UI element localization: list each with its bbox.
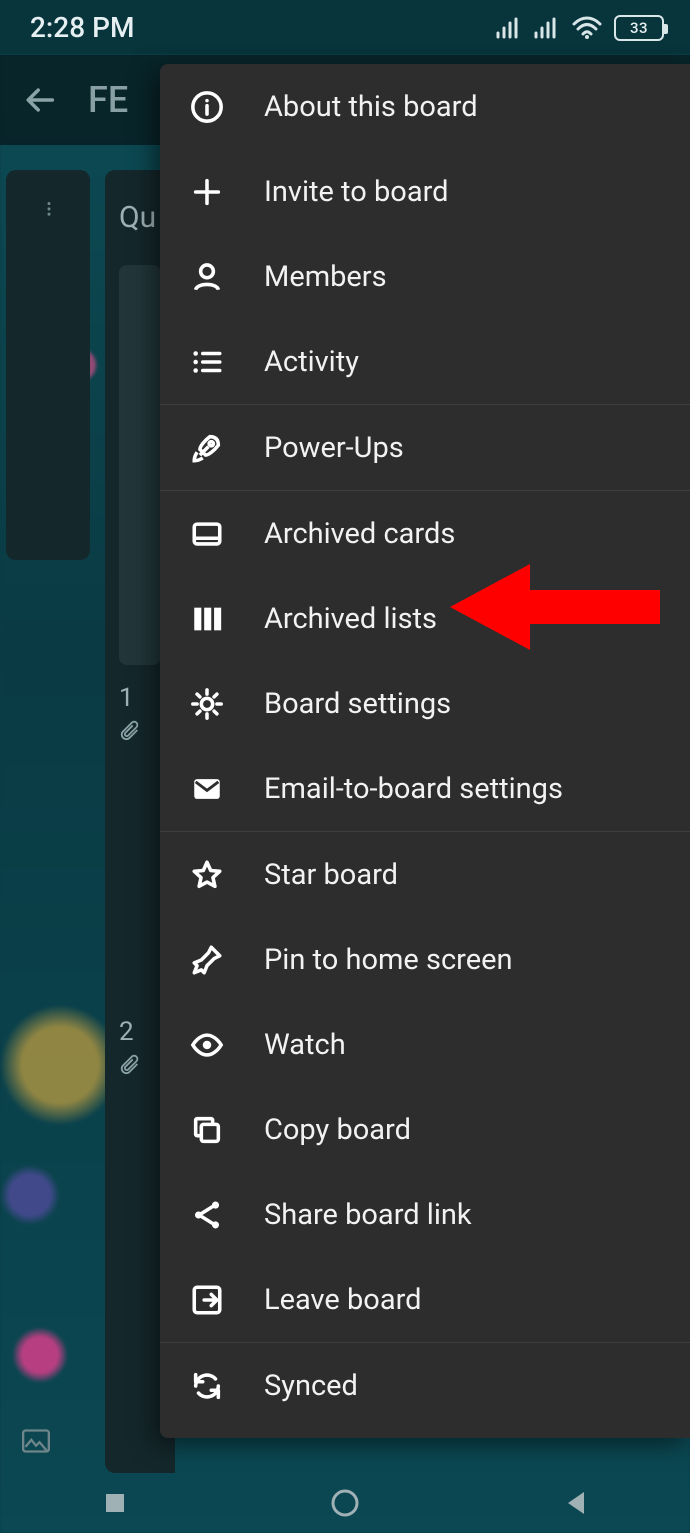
menu-item-label: Share board link bbox=[264, 1198, 472, 1232]
menu-item-label: Copy board bbox=[264, 1113, 411, 1147]
status-time: 2:28 PM bbox=[30, 11, 134, 44]
nav-back-icon[interactable] bbox=[555, 1483, 595, 1523]
list-icon bbox=[188, 343, 226, 381]
menu-item-members[interactable]: Members bbox=[160, 234, 690, 319]
menu-item-label: Pin to home screen bbox=[264, 943, 512, 977]
attachment-icon bbox=[119, 719, 141, 741]
menu-item-star[interactable]: Star board bbox=[160, 832, 690, 917]
signal-icon bbox=[496, 17, 522, 39]
menu-item-label: Board settings bbox=[264, 687, 451, 721]
menu-item-label: About this board bbox=[264, 90, 478, 124]
menu-item-powerups[interactable]: Power-Ups bbox=[160, 405, 690, 490]
menu-item-label: Watch bbox=[264, 1028, 346, 1062]
menu-item-archived-cards[interactable]: Archived cards bbox=[160, 491, 690, 576]
list-strip: ··· bbox=[6, 170, 96, 1473]
menu-item-pin[interactable]: Pin to home screen bbox=[160, 917, 690, 1002]
menu-item-invite[interactable]: Invite to board bbox=[160, 149, 690, 234]
menu-item-board-settings[interactable]: Board settings bbox=[160, 661, 690, 746]
sync-icon bbox=[188, 1367, 226, 1405]
signal-icon bbox=[534, 17, 560, 39]
nav-home-icon[interactable] bbox=[325, 1483, 365, 1523]
menu-item-share[interactable]: Share board link bbox=[160, 1172, 690, 1257]
menu-item-email-settings[interactable]: Email-to-board settings bbox=[160, 746, 690, 831]
list-card-mini[interactable]: ··· bbox=[6, 170, 90, 560]
battery-icon: 33 bbox=[614, 15, 664, 41]
more-icon[interactable]: ··· bbox=[44, 200, 52, 216]
menu-item-label: Leave board bbox=[264, 1283, 422, 1317]
leave-icon bbox=[188, 1281, 226, 1319]
menu-item-label: Power-Ups bbox=[264, 431, 404, 465]
menu-item-label: Members bbox=[264, 260, 387, 294]
wifi-icon bbox=[572, 16, 602, 40]
system-navbar bbox=[0, 1473, 690, 1533]
nav-recent-icon[interactable] bbox=[95, 1483, 135, 1523]
card-badge: 2 bbox=[119, 1017, 161, 1047]
rocket-icon bbox=[188, 429, 226, 467]
back-icon[interactable] bbox=[24, 83, 58, 117]
image-icon bbox=[22, 1429, 50, 1453]
pin-icon bbox=[188, 941, 226, 979]
board-menu: About this board Invite to board Members… bbox=[160, 64, 690, 1438]
list-header-fragment: Qu bbox=[119, 200, 161, 235]
menu-item-label: Star board bbox=[264, 858, 398, 892]
person-icon bbox=[188, 258, 226, 296]
menu-item-label: Invite to board bbox=[264, 175, 449, 209]
columns-icon bbox=[188, 600, 226, 638]
menu-item-activity[interactable]: Activity bbox=[160, 319, 690, 404]
menu-item-synced[interactable]: Synced bbox=[160, 1343, 690, 1428]
card-icon bbox=[188, 515, 226, 553]
menu-item-copy[interactable]: Copy board bbox=[160, 1087, 690, 1172]
status-right: 33 bbox=[496, 15, 664, 41]
plus-icon bbox=[188, 173, 226, 211]
star-icon bbox=[188, 856, 226, 894]
info-icon bbox=[188, 88, 226, 126]
menu-item-leave[interactable]: Leave board bbox=[160, 1257, 690, 1342]
status-bar: 2:28 PM 33 bbox=[0, 0, 690, 55]
attachment-icon bbox=[119, 1053, 141, 1075]
menu-item-label: Archived lists bbox=[264, 602, 437, 636]
card-fragment[interactable] bbox=[119, 265, 161, 665]
share-icon bbox=[188, 1196, 226, 1234]
menu-item-label: Activity bbox=[264, 345, 359, 379]
menu-item-label: Archived cards bbox=[264, 517, 455, 551]
copy-icon bbox=[188, 1111, 226, 1149]
menu-item-archived-lists[interactable]: Archived lists bbox=[160, 576, 690, 661]
menu-item-label: Email-to-board settings bbox=[264, 772, 563, 806]
board-title: FE bbox=[88, 79, 128, 121]
eye-icon bbox=[188, 1026, 226, 1064]
menu-item-watch[interactable]: Watch bbox=[160, 1002, 690, 1087]
menu-item-about[interactable]: About this board bbox=[160, 64, 690, 149]
mail-icon bbox=[188, 770, 226, 808]
battery-level: 33 bbox=[630, 19, 648, 37]
card-badge: 1 bbox=[119, 683, 161, 713]
menu-item-label: Synced bbox=[264, 1369, 358, 1403]
gear-icon bbox=[188, 685, 226, 723]
